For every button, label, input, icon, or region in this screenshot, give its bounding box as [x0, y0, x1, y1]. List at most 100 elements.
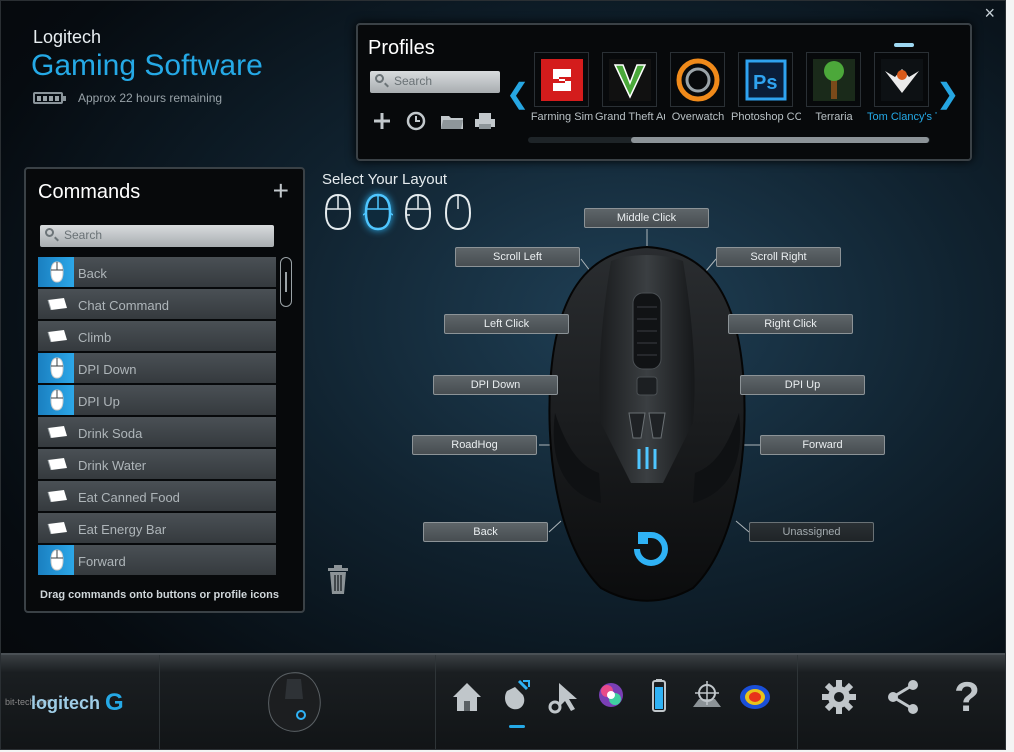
profile-game-icon: [806, 52, 861, 107]
command-list: Back Chat Command Climb DPI Down DPI Up Drink…: [38, 257, 276, 579]
clock-icon[interactable]: [406, 111, 426, 131]
command-label: Back: [78, 266, 107, 281]
command-label: Drink Water: [78, 458, 147, 473]
command-label: DPI Down: [78, 362, 137, 377]
device-segment: [159, 655, 436, 749]
lighting-icon[interactable]: [593, 677, 629, 717]
keystroke-icon: [38, 289, 74, 319]
active-profile-indicator: [894, 43, 914, 47]
help-icon[interactable]: ?: [949, 676, 985, 718]
button-left-click[interactable]: Left Click: [444, 314, 569, 334]
profile-tile-label: Photoshop CC: [731, 111, 801, 123]
profile-game-icon: [602, 52, 657, 107]
profiles-title: Profiles: [368, 37, 435, 59]
profiles-next-arrow[interactable]: ❯: [936, 77, 959, 110]
profile-tile[interactable]: Tom Clancy's The Division: [867, 52, 937, 123]
logo-segment: bit-tech.net logitech G: [1, 655, 160, 749]
command-label: Drink Soda: [78, 426, 143, 441]
profile-tiles: Farming SimGrand Theft Auto Overwatch Ps Ph…: [531, 52, 937, 123]
layout-title: Select Your Layout: [322, 171, 448, 188]
svg-text:Ps: Ps: [753, 72, 777, 94]
selected-tool-indicator: [509, 725, 525, 728]
button-scroll-right[interactable]: Scroll Right: [716, 247, 841, 267]
home-icon[interactable]: [449, 677, 485, 717]
bottom-bar: bit-tech.net logitech G ?: [1, 653, 1005, 749]
button-scroll-left[interactable]: Scroll Left: [455, 247, 580, 267]
tools-segment: [435, 655, 798, 749]
button-right-click[interactable]: Right Click: [728, 314, 853, 334]
button-unassigned[interactable]: Unassigned: [749, 522, 874, 542]
command-item[interactable]: DPI Up: [38, 385, 276, 415]
command-item[interactable]: Back: [38, 257, 276, 287]
layout-option-4[interactable]: [443, 193, 473, 231]
command-item[interactable]: Eat Canned Food: [38, 481, 276, 511]
button-dpi-down[interactable]: DPI Down: [433, 375, 558, 395]
mouse-button-icon: [38, 257, 74, 287]
command-item[interactable]: Drink Soda: [38, 417, 276, 447]
profile-tile[interactable]: Grand Theft Auto: [595, 52, 665, 123]
command-label: DPI Up: [78, 394, 120, 409]
profile-game-icon: [874, 52, 929, 107]
button-dpi-up[interactable]: DPI Up: [740, 375, 865, 395]
app-actions-segment: ?: [797, 655, 1005, 749]
command-item[interactable]: Drink Water: [38, 449, 276, 479]
command-item[interactable]: Eat Energy Bar: [38, 513, 276, 543]
keystroke-icon: [38, 321, 74, 351]
keystroke-icon: [38, 513, 74, 543]
profiles-search-input[interactable]: Search: [370, 71, 500, 93]
button-forward[interactable]: Forward: [760, 435, 885, 455]
search-icon: [45, 228, 54, 237]
mouse-button-icon: [38, 353, 74, 383]
profile-tile[interactable]: Overwatch: [670, 52, 725, 123]
mouse-image: [548, 245, 746, 602]
profile-tile-label: Grand Theft Auto: [595, 111, 665, 123]
profile-tile-label: Terraria: [815, 111, 853, 123]
commands-search-placeholder: Search: [64, 228, 103, 242]
settings-gear-icon[interactable]: [821, 677, 857, 717]
trash-icon[interactable]: [326, 564, 350, 596]
printer-icon[interactable]: [474, 111, 495, 131]
close-button[interactable]: ×: [984, 3, 995, 24]
search-icon: [375, 74, 384, 83]
profile-tile-label: Tom Clancy's The Division: [867, 111, 937, 123]
profile-tile-label: Overwatch: [671, 111, 725, 123]
add-command-button[interactable]: +: [273, 175, 289, 207]
logitech-logo: logitech: [31, 693, 101, 713]
app-window: × Logitech Gaming Software Approx 22 hou…: [0, 0, 1006, 750]
pointer-settings-icon[interactable]: [545, 677, 581, 717]
surface-tuning-icon[interactable]: [689, 677, 725, 717]
device-mouse-icon[interactable]: [261, 669, 327, 735]
command-scroll-thumb[interactable]: [280, 257, 292, 307]
profile-game-icon: [534, 52, 589, 107]
customize-buttons-icon[interactable]: [497, 677, 533, 717]
layout-option-1[interactable]: [323, 193, 353, 231]
mouse-button-icon: [38, 385, 74, 415]
profiles-prev-arrow[interactable]: ❮: [506, 77, 529, 110]
profile-tile[interactable]: Farming Sim: [531, 52, 593, 123]
keystroke-icon: [38, 481, 74, 511]
command-item[interactable]: Forward: [38, 545, 276, 575]
layout-option-3[interactable]: [403, 193, 433, 231]
button-back[interactable]: Back: [423, 522, 548, 542]
button-roadhog[interactable]: RoadHog: [412, 435, 537, 455]
keystroke-icon: [38, 449, 74, 479]
profiles-scrollbar[interactable]: [528, 137, 930, 143]
command-item[interactable]: Climb: [38, 321, 276, 351]
commands-search-input[interactable]: Search: [40, 225, 274, 247]
command-item[interactable]: Chat Command: [38, 289, 276, 319]
add-profile-icon[interactable]: [372, 111, 392, 131]
command-item[interactable]: DPI Down: [38, 353, 276, 383]
heatmap-icon[interactable]: [737, 677, 773, 717]
button-middle-click[interactable]: Middle Click: [584, 208, 709, 228]
profiles-search-placeholder: Search: [394, 74, 433, 88]
share-icon[interactable]: [885, 677, 921, 717]
command-list-scrollbar[interactable]: [280, 257, 292, 579]
battery-icon[interactable]: [641, 677, 677, 717]
profile-tile[interactable]: Ps Photoshop CC: [731, 52, 801, 123]
layout-option-2[interactable]: [362, 193, 394, 231]
folder-icon[interactable]: [440, 111, 463, 131]
command-label: Climb: [78, 330, 112, 345]
brand-company: Logitech: [33, 27, 102, 47]
profiles-scroll-thumb[interactable]: [631, 137, 929, 143]
profile-tile[interactable]: Terraria: [806, 52, 861, 123]
